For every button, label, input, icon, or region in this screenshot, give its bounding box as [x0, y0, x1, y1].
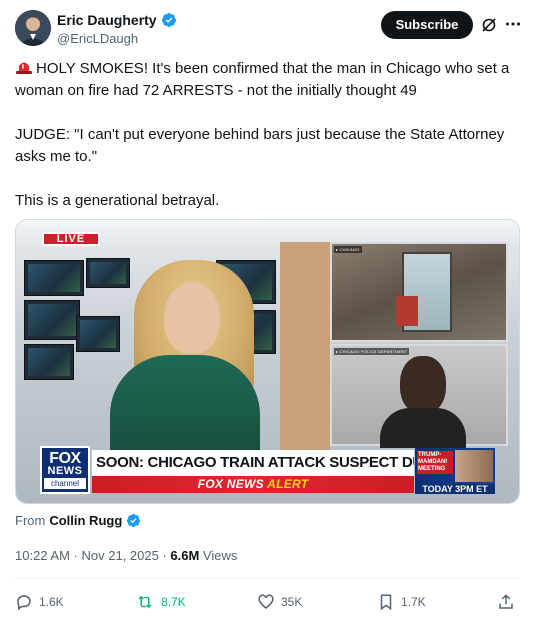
bookmark-button[interactable]: 1.7K [377, 590, 426, 614]
repost-count: 8.7K [161, 595, 186, 609]
author-name-row[interactable]: Eric Daugherty [57, 11, 177, 29]
repost-icon [138, 595, 152, 609]
grok-icon[interactable] [481, 17, 497, 33]
promo-box: TRUMP-MAMDANI MEETING [415, 448, 495, 484]
verified-badge-icon [126, 513, 141, 528]
share-button[interactable] [497, 590, 515, 614]
tweet-line-2: JUDGE: "I can't put everyone behind bars… [15, 126, 509, 165]
tweet-header: Eric Daugherty @EricLDaugh Subscribe [15, 10, 520, 50]
studio-panel [280, 242, 330, 457]
alert-brand: FOX NEWS [197, 477, 268, 491]
author-names: Eric Daugherty @EricLDaugh [57, 11, 177, 48]
bookmark-icon [380, 594, 392, 611]
views-count: 6.6M [170, 548, 200, 563]
views-label: Views [199, 548, 238, 563]
subscribe-button[interactable]: Subscribe [381, 11, 473, 39]
heart-icon [258, 594, 274, 609]
author-display-name[interactable]: Eric Daugherty [57, 11, 157, 29]
like-count: 35K [281, 595, 303, 609]
anchor-body [110, 355, 260, 450]
reply-icon [17, 595, 31, 611]
repost-button[interactable]: 8.7K [135, 590, 186, 614]
chyron-headline: SOON: CHICAGO TRAIN ATTACK SUSPECT DUE I… [92, 450, 414, 476]
author-handle[interactable]: @EricLDaugh [57, 30, 177, 48]
tweet-line-1: HOLY SMOKES! It's been confirmed that th… [15, 60, 514, 99]
like-button[interactable]: 35K [257, 590, 302, 614]
tweet-time[interactable]: 10:22 AM [15, 548, 70, 563]
tweet-line-3: This is a generational betrayal. [15, 192, 220, 209]
promo-time: TODAY 3PM ET [415, 484, 495, 494]
bookmark-count: 1.7K [401, 595, 426, 609]
tweet-text: HOLY SMOKES! It's been confirmed that th… [15, 58, 520, 212]
siren-icon [15, 59, 33, 75]
more-icon[interactable] [505, 16, 521, 32]
from-name-link[interactable]: Collin Rugg [49, 513, 122, 528]
meta-separator: · [69, 548, 82, 563]
inset-caption-police: ▸ CHICAGO POLICE DEPARTMENT [334, 348, 410, 355]
anchor-face [164, 282, 220, 354]
logo-line-1: FOX [49, 450, 81, 467]
tweet-media-image[interactable]: ▸ CHICAGO ▸ CHICAGO POLICE DEPARTMENT LI… [15, 219, 520, 504]
divider [15, 578, 520, 579]
tweet-date[interactable]: Nov 21, 2025 [82, 548, 159, 563]
quote-source: From Collin Rugg [15, 513, 141, 528]
mugshot-inset [330, 344, 508, 448]
promo-title: TRUMP-MAMDANI MEETING [417, 451, 453, 474]
alert-word: ALERT [267, 477, 309, 491]
from-label: From [15, 513, 46, 528]
tweet-paragraph-1: HOLY SMOKES! It's been confirmed that th… [15, 58, 520, 102]
share-icon [499, 594, 513, 609]
fox-news-logo: FOX NEWS channel [40, 446, 90, 494]
inset-caption-station: ▸ CHICAGO [334, 246, 362, 253]
station-inset [330, 242, 508, 342]
meta-separator: · [158, 548, 171, 563]
reply-count: 1.6K [39, 595, 64, 609]
tweet-meta: 10:22 AM · Nov 21, 2025 · 6.6M Views [15, 548, 237, 564]
user-avatar-icon [15, 10, 51, 46]
logo-line-3: channel [44, 478, 86, 489]
reply-button[interactable]: 1.6K [15, 590, 64, 614]
chyron-alert-bar: FOX NEWS ALERT [92, 476, 414, 493]
verified-badge-icon[interactable] [161, 12, 177, 28]
author-avatar[interactable] [15, 10, 51, 46]
action-bar: 1.6K 8.7K 35K 1.7K [15, 590, 520, 614]
logo-line-2: NEWS [47, 465, 83, 477]
promo-faces [455, 450, 493, 482]
live-badge: LIVE [42, 232, 100, 246]
